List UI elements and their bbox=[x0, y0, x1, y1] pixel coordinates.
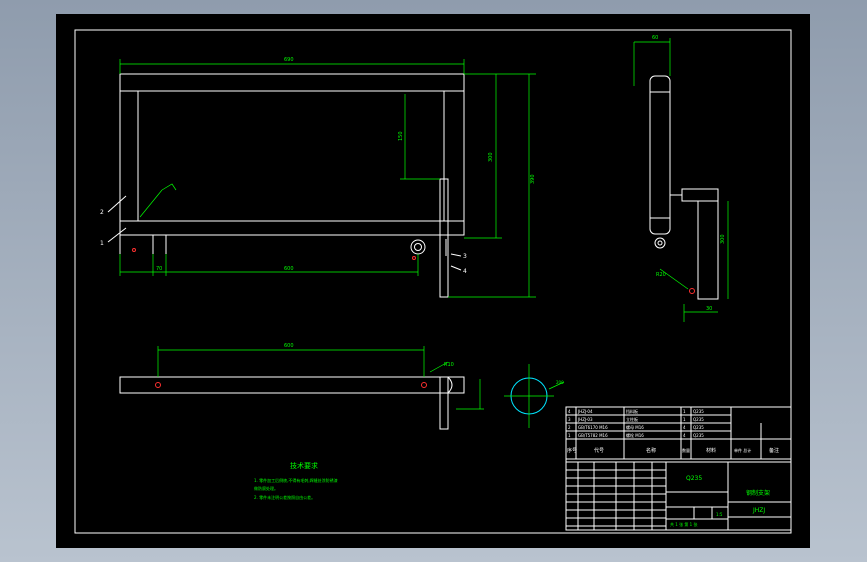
drawing-sheet[interactable]: 690 390 300 150 600 70 2 1 3 4 60 300 30… bbox=[56, 14, 810, 548]
svg-text:序号: 序号 bbox=[567, 447, 577, 454]
dim-side-width: 60 bbox=[652, 35, 658, 41]
svg-text:Q235: Q235 bbox=[693, 417, 704, 422]
drawing-canvas: 690 390 300 150 600 70 2 1 3 4 60 300 30… bbox=[74, 29, 792, 534]
title-scale: 1:5 bbox=[716, 512, 723, 517]
dim-bottom-length: 600 bbox=[284, 266, 294, 272]
balloon-1: 1 bbox=[100, 240, 104, 247]
tech-line-3: 2. 零件未注明公差按照自由公差。 bbox=[254, 494, 315, 500]
svg-text:材料: 材料 bbox=[706, 447, 716, 454]
side-bracket bbox=[681, 188, 719, 202]
svg-text:4: 4 bbox=[568, 409, 571, 414]
balloon-3: 3 bbox=[463, 253, 467, 260]
svg-text:4: 4 bbox=[683, 425, 686, 430]
note-r20: R20 bbox=[656, 272, 666, 278]
bottom-rail bbox=[119, 220, 465, 236]
front-view: 690 390 300 150 600 70 2 1 3 4 bbox=[100, 57, 536, 298]
tech-line-2: 做防腐处理。 bbox=[254, 485, 278, 491]
dim-top-length: 690 bbox=[284, 57, 294, 63]
balloon-2: 2 bbox=[100, 209, 104, 216]
svg-text:JHZJ-03: JHZJ-03 bbox=[577, 417, 593, 422]
svg-text:GB/T5782 M16: GB/T5782 M16 bbox=[578, 433, 608, 438]
svg-text:3: 3 bbox=[568, 417, 571, 422]
drawing-border bbox=[74, 29, 792, 534]
side-leg bbox=[697, 200, 719, 300]
tech-title: 技术要求 bbox=[290, 461, 318, 470]
title-sheets: 共 1 张 第 1 张 bbox=[670, 521, 697, 527]
svg-text:螺母 M16: 螺母 M16 bbox=[626, 424, 644, 430]
svg-text:JHZJ-04: JHZJ-04 bbox=[577, 409, 593, 414]
balloon-4: 4 bbox=[463, 268, 467, 275]
plan-view: 600 R10 bbox=[119, 343, 484, 430]
dim-plan-length: 600 bbox=[284, 343, 294, 349]
side-view: 60 300 30 R20 bbox=[633, 35, 729, 322]
svg-text:单件 总计: 单件 总计 bbox=[734, 447, 751, 453]
title-block: Q235 钢制支架 JHZJ 1:5 共 1 张 第 1 张 bbox=[565, 461, 792, 531]
svg-text:4: 4 bbox=[683, 433, 686, 438]
svg-text:2: 2 bbox=[568, 425, 571, 430]
note-r10: R10 bbox=[444, 362, 454, 368]
right-post bbox=[443, 90, 465, 222]
svg-text:立柱板: 立柱板 bbox=[626, 416, 638, 422]
svg-text:数量: 数量 bbox=[682, 447, 690, 453]
dim-inner-height: 300 bbox=[488, 152, 494, 162]
dim-side-base: 30 bbox=[706, 306, 712, 312]
tech-requirements: 技术要求 1. 零件加工后倒棱,不得有毛刺,焊缝处涂防锈漆 做防腐处理。 2. … bbox=[254, 461, 338, 500]
svg-text:1: 1 bbox=[683, 417, 686, 422]
bom-table: 4 JHZJ-04 挡料板 1 Q235 3 JHZJ-03 立柱板 1 Q23… bbox=[565, 406, 792, 463]
dim-top-height: 390 bbox=[530, 174, 536, 184]
left-post bbox=[119, 90, 139, 222]
svg-text:代号: 代号 bbox=[594, 447, 604, 454]
svg-text:Q235: Q235 bbox=[693, 409, 704, 414]
svg-text:螺栓 M16: 螺栓 M16 bbox=[626, 432, 644, 438]
svg-text:1: 1 bbox=[683, 409, 686, 414]
svg-text:名称: 名称 bbox=[646, 447, 656, 454]
pivot-hole bbox=[410, 239, 426, 255]
side-column bbox=[649, 75, 671, 235]
dim-side-height: 300 bbox=[720, 234, 726, 244]
detail-view: 200 bbox=[504, 364, 565, 428]
tech-line-1: 1. 零件加工后倒棱,不得有毛刺,焊缝处涂防锈漆 bbox=[254, 477, 338, 483]
dim-150: 150 bbox=[398, 131, 404, 141]
svg-text:挡料板: 挡料板 bbox=[626, 408, 638, 414]
svg-text:1: 1 bbox=[568, 433, 571, 438]
dim-70: 70 bbox=[156, 266, 162, 272]
title-drawing-name: 钢制支架 bbox=[746, 489, 770, 497]
svg-text:Q235: Q235 bbox=[693, 425, 704, 430]
svg-text:Q235: Q235 bbox=[693, 433, 704, 438]
note-200: 200 bbox=[556, 380, 564, 385]
svg-text:GB/T6170 M16: GB/T6170 M16 bbox=[578, 425, 608, 430]
svg-text:备注: 备注 bbox=[769, 447, 779, 454]
title-drawing-no: JHZJ bbox=[752, 507, 765, 514]
title-material: Q235 bbox=[686, 475, 702, 482]
plan-bar bbox=[119, 376, 465, 394]
top-rail bbox=[119, 73, 465, 92]
cad-viewport[interactable]: 690 390 300 150 600 70 2 1 3 4 60 300 30… bbox=[0, 0, 867, 562]
